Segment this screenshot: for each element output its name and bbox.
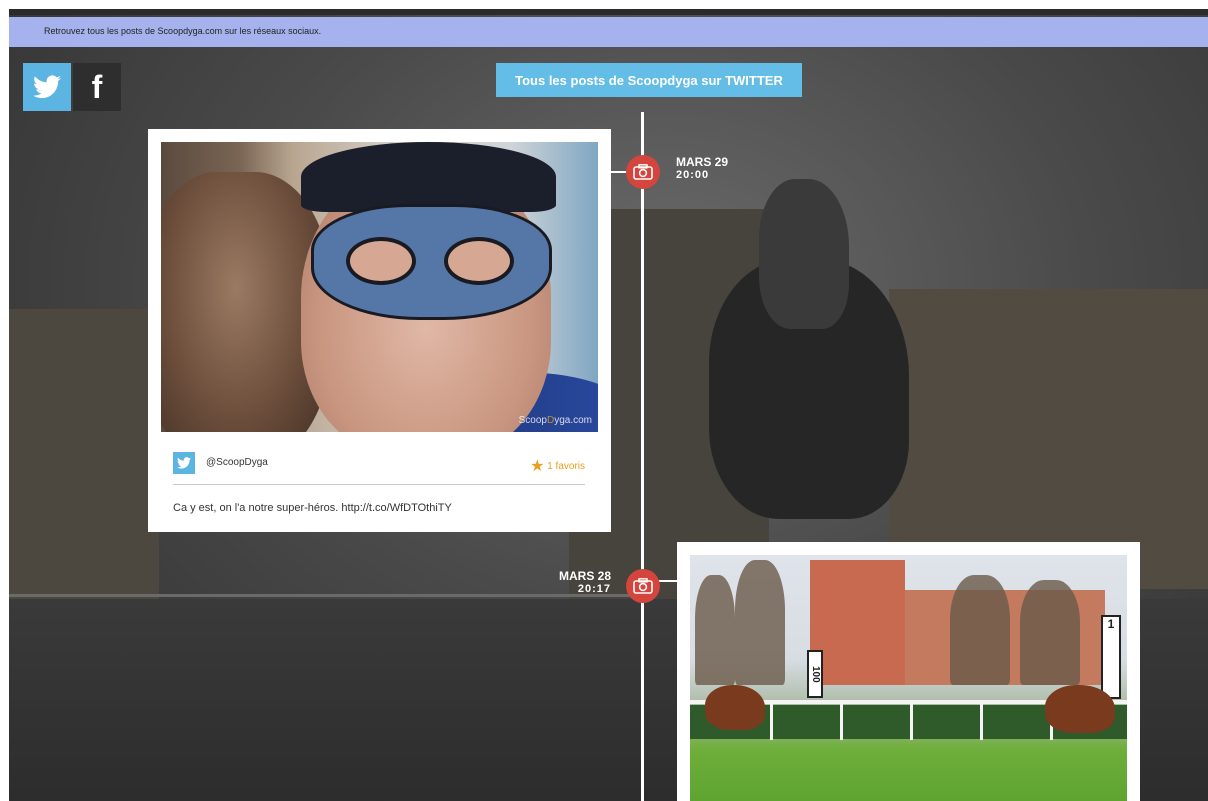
tweet-card-2[interactable]: 100 1 [677,542,1140,801]
timeline-connector-2 [659,580,677,582]
tweet-card-1[interactable]: ScoopDyga.com @ScoopDyga ★ 1 favoris Ca … [148,129,611,532]
page-frame: Retrouvez tous les posts de Scoopdyga.co… [9,9,1208,801]
info-banner: Retrouvez tous les posts de Scoopdyga.co… [9,17,1208,47]
twitter-button[interactable] [23,63,71,111]
photo-distance-marker: 100 [807,650,823,698]
twitter-icon [33,75,61,99]
photo-tree [735,560,785,685]
star-icon: ★ [530,458,545,475]
photo-tree [1020,580,1080,685]
photo-tree [695,575,735,685]
timeline-date-2: MARS 28 20:17 [549,569,611,595]
photo-rail-post [980,700,983,740]
timeline-connector-1 [611,171,627,173]
timeline-node-2[interactable] [626,569,660,603]
tweet-handle[interactable]: @ScoopDyga [206,457,268,468]
background-building-left [9,309,159,609]
date-label: MARS 29 [676,155,729,169]
photo-horse [705,685,765,730]
time-label: 20:00 [676,169,710,181]
photo-rail-post [770,700,773,740]
photo-rail-post [840,700,843,740]
tweet-photo-jockey[interactable]: ScoopDyga.com [161,142,598,432]
timeline-date-1: MARS 29 20:00 [676,155,728,181]
photo-eye-left [346,237,416,285]
photo-blue-mask [311,204,552,320]
tweet-photo-race[interactable]: 100 1 [690,555,1127,801]
top-strip [9,9,1208,15]
twitter-icon[interactable] [173,452,195,474]
timeline-node-1[interactable] [626,155,660,189]
twitter-posts-button[interactable]: Tous les posts de Scoopdyga sur TWITTER [496,63,802,97]
photo-tree [950,575,1010,685]
photo-distance-marker: 1 [1101,615,1121,699]
photo-horse [1045,685,1115,733]
photo-rail-post [910,700,913,740]
tweet-text[interactable]: Ca y est, on l'a notre super-héros. http… [173,502,452,514]
date-label: MARS 28 [558,569,611,583]
background-jockey [759,179,849,329]
photo-eye-right [444,237,514,285]
favorites-label: 1 favoris [547,461,585,472]
banner-text: Retrouvez tous les posts de Scoopdyga.co… [44,26,322,36]
facebook-icon: f [91,68,103,105]
facebook-button[interactable]: f [73,63,121,111]
favorites-count[interactable]: ★ 1 favoris [530,456,585,476]
camera-icon [633,164,653,180]
photo-building [810,560,905,685]
photo-watermark: ScoopDyga.com [519,415,592,426]
tweet-meta-row: @ScoopDyga ★ 1 favoris [173,452,585,476]
card-divider [173,484,585,485]
time-label: 20:17 [577,583,611,595]
watermark-scoop: Scoop [518,415,547,426]
watermark-domain: yga.com [554,415,592,426]
camera-icon [633,578,653,594]
timeline-line [641,112,644,801]
photo-helmet [301,142,556,212]
